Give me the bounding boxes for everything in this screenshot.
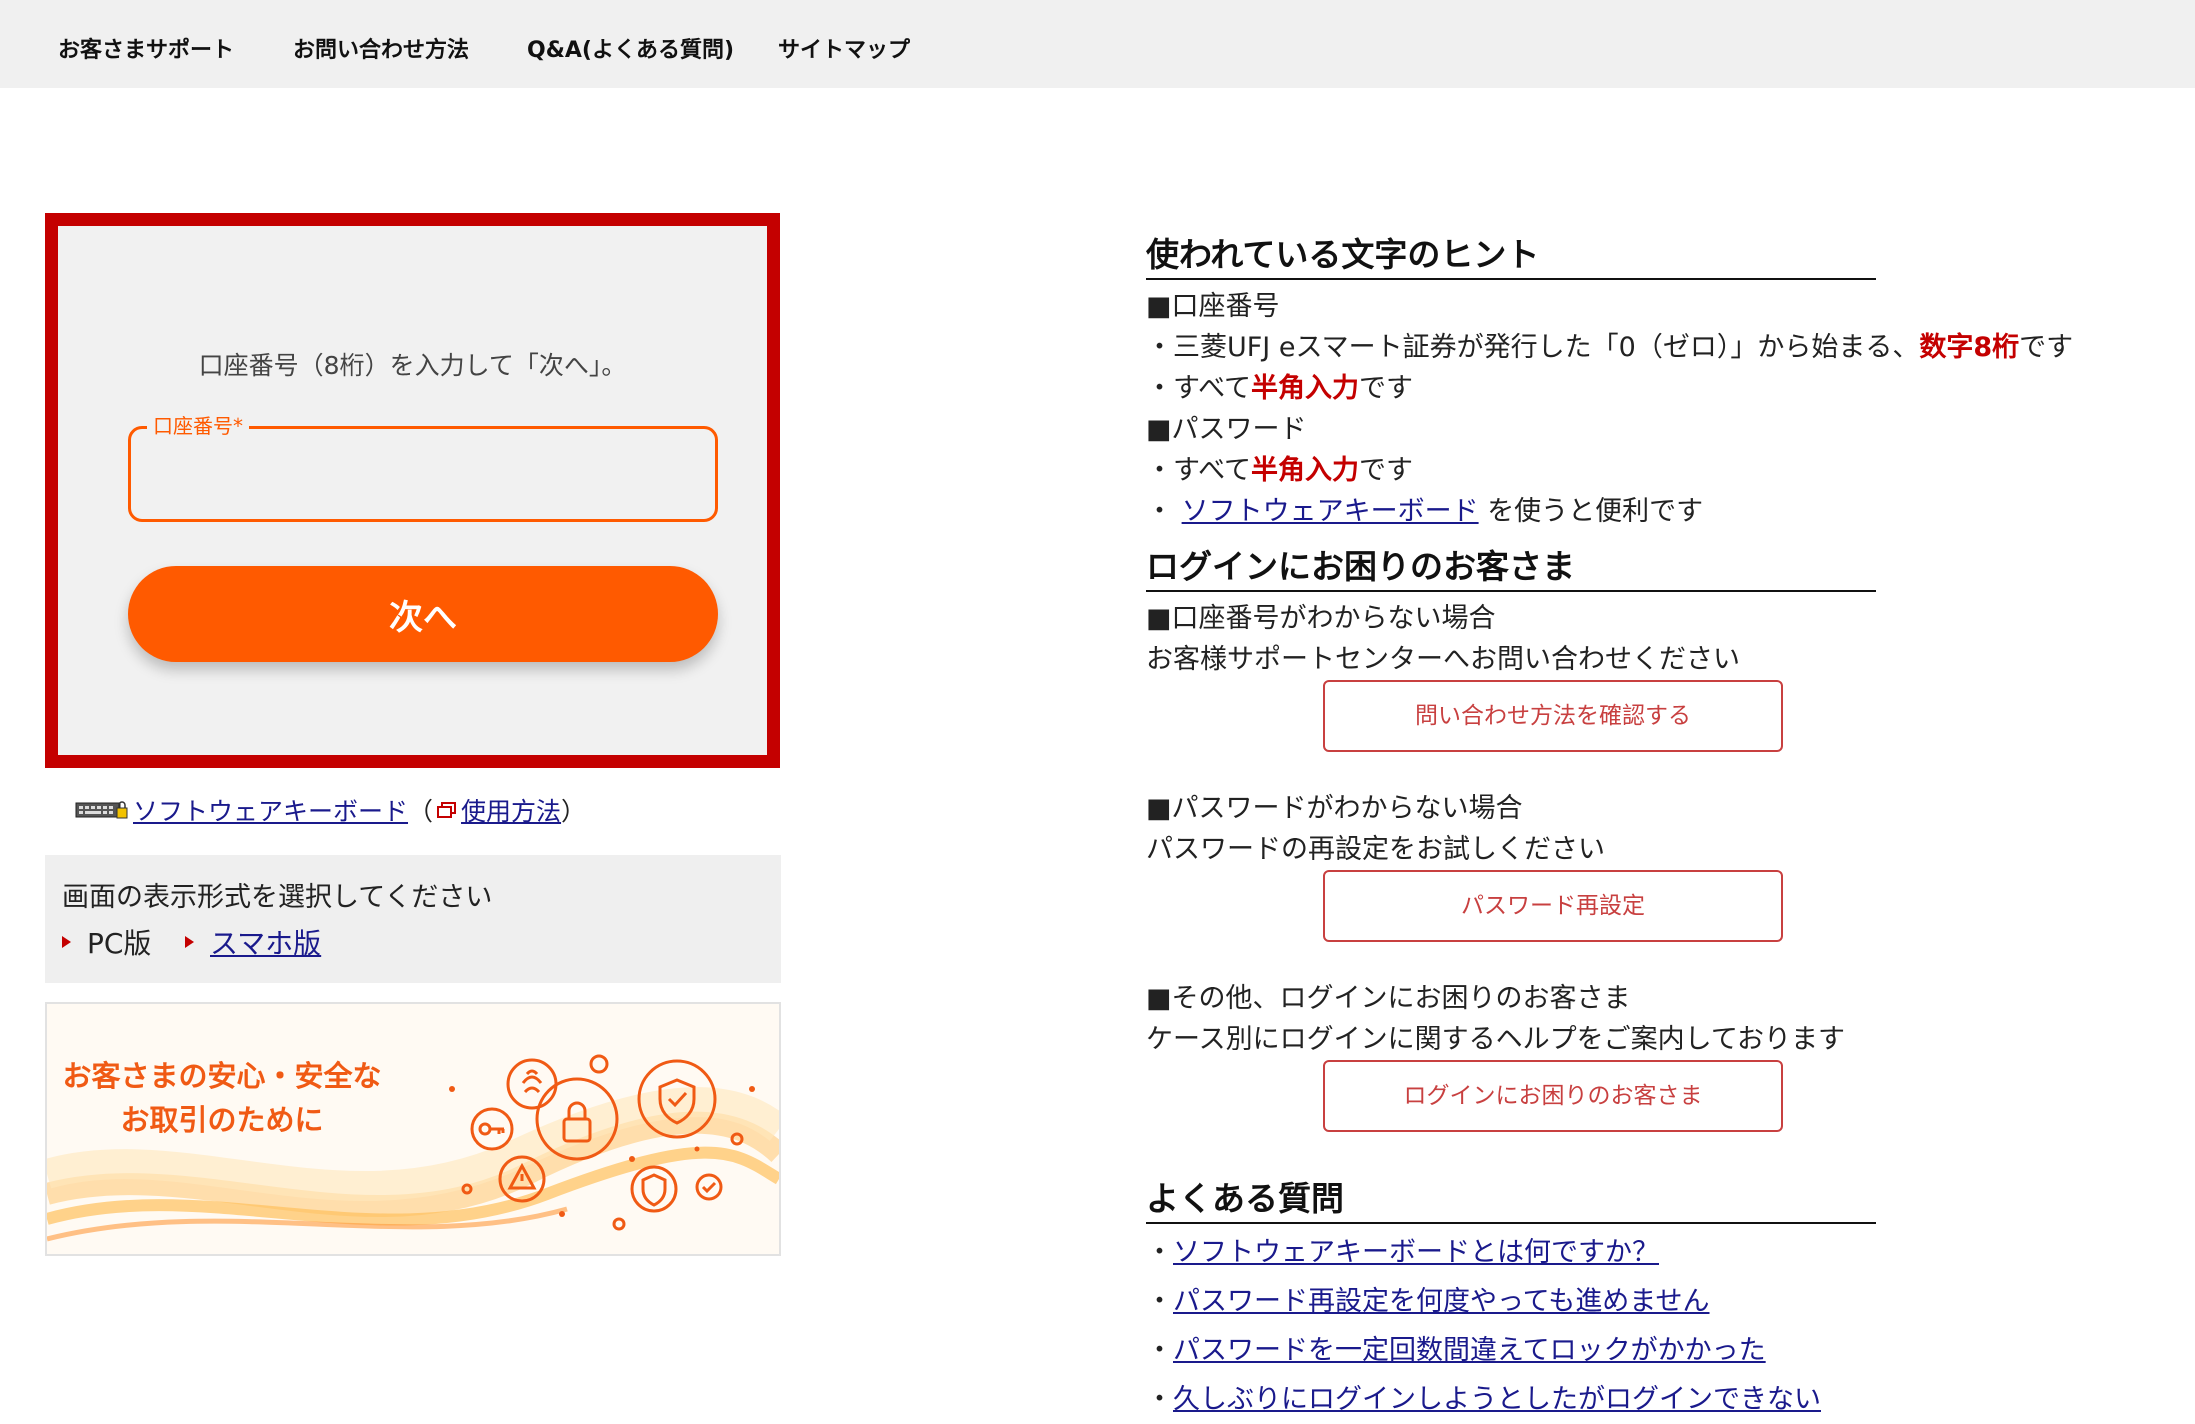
password-unknown-heading: ■パスワードがわからない場合	[1146, 793, 1523, 824]
smartphone-mode-link[interactable]: スマホ版	[210, 922, 321, 962]
banner-line-2: お取引のために	[120, 1103, 324, 1137]
close-paren: ）	[561, 797, 587, 826]
faq-link[interactable]: ソフトウェアキーボードとは何ですか？	[1173, 1237, 1659, 1268]
hint-password-heading: ■パスワード	[1146, 414, 1307, 445]
faq-bullet: ・	[1146, 1384, 1173, 1415]
hint-software-keyboard: ・ ソフトウェアキーボード を使うと便利です	[1146, 491, 2186, 532]
top-nav: お客さまサポート お問い合わせ方法 Q&A(よくある質問) サイトマップ	[0, 0, 2195, 88]
faq-item: ・パスワード再設定を何度やっても進めません	[1146, 1277, 2186, 1326]
login-instruction: 口座番号（8桁）を入力して「次へ」。	[198, 351, 627, 380]
triangle-bullet-icon	[62, 936, 71, 948]
halfwidth-suffix: です	[1359, 455, 1414, 486]
nav-customer-support[interactable]: お客さまサポート	[58, 32, 234, 64]
kb-hint-suffix: を使うと便利です	[1487, 496, 1704, 527]
display-mode-box: 画面の表示形式を選択してください PC版 スマホ版	[45, 855, 781, 983]
hint-software-keyboard-link[interactable]: ソフトウェアキーボード	[1182, 496, 1479, 527]
hints-heading: 使われている文字のヒント	[1146, 228, 1876, 280]
account-number-label: 口座番号*	[147, 415, 249, 437]
security-banner[interactable]: お客さまの安心・安全な お取引のために	[45, 1002, 781, 1256]
faq-bullet: ・	[1146, 1237, 1173, 1268]
faq-link[interactable]: 久しぶりにログインしようとしたがログインできない	[1173, 1384, 1821, 1415]
hint-account-format: ・三菱UFJ eスマート証券が発行した「0（ゼロ）」から始まる、数字8桁です	[1146, 327, 2186, 368]
faq-item: ・パスワードを一定回数間違えてロックがかかった	[1146, 1326, 2186, 1375]
login-form-box: 口座番号（8桁）を入力して「次へ」。 口座番号* 次へ	[45, 213, 780, 768]
triangle-bullet-icon	[185, 936, 194, 948]
other-trouble-heading: ■その他、ログインにお困りのお客さま	[1146, 983, 1631, 1014]
halfwidth-prefix: ・すべて	[1146, 455, 1252, 486]
display-mode-title: 画面の表示形式を選択してください	[62, 882, 493, 913]
hint-account-suffix: です	[2019, 332, 2074, 363]
open-paren: （	[408, 797, 434, 826]
software-keyboard-link[interactable]: ソフトウェアキーボード	[133, 792, 408, 828]
banner-text: お客さまの安心・安全な お取引のために	[47, 1054, 397, 1142]
hint-account-halfwidth: ・すべて半角入力です	[1146, 368, 2186, 409]
faq-item: ・ソフトウェアキーボードとは何ですか？	[1146, 1228, 2186, 1277]
pc-mode-option: PC版	[62, 922, 151, 962]
faq-bullet: ・	[1146, 1286, 1173, 1317]
hint-account-text: ・三菱UFJ eスマート証券が発行した「0（ゼロ）」から始まる、	[1146, 332, 1920, 363]
password-reset-button[interactable]: パスワード再設定	[1323, 870, 1783, 942]
password-unknown-desc: パスワードの再設定をお試しください	[1146, 834, 1605, 865]
account-number-field[interactable]: 口座番号*	[128, 415, 718, 522]
account-number-input[interactable]	[145, 455, 704, 509]
next-button[interactable]: 次へ	[128, 566, 718, 662]
halfwidth-suffix: です	[1359, 373, 1414, 404]
account-unknown-desc: お客様サポートセンターへお問い合わせください	[1146, 644, 1740, 675]
halfwidth-emphasis: 半角入力	[1251, 455, 1360, 486]
trouble-heading: ログインにお困りのお客さま	[1146, 540, 1876, 592]
pc-mode-label: PC版	[87, 927, 152, 960]
faq-link[interactable]: パスワードを一定回数間違えてロックがかかった	[1173, 1335, 1766, 1366]
faq-link[interactable]: パスワード再設定を何度やっても進めません	[1173, 1286, 1710, 1317]
nav-contact-methods[interactable]: お問い合わせ方法	[293, 32, 469, 64]
contact-methods-button[interactable]: 問い合わせ方法を確認する	[1323, 680, 1783, 752]
faq-bullet: ・	[1146, 1335, 1173, 1366]
faq-heading: よくある質問	[1146, 1172, 1876, 1224]
keyboard-icon	[75, 801, 128, 819]
security-icons-graphic	[449, 1054, 755, 1231]
nav-sitemap[interactable]: サイトマップ	[778, 32, 910, 64]
right-column: 使われている文字のヒント ■口座番号 ・三菱UFJ eスマート証券が発行した「0…	[1146, 228, 2186, 1424]
smartphone-mode-option: スマホ版	[185, 922, 321, 962]
hint-password-halfwidth: ・すべて半角入力です	[1146, 450, 2186, 491]
nav-faq[interactable]: Q&A(よくある質問)	[527, 32, 734, 64]
account-unknown-heading: ■口座番号がわからない場合	[1146, 603, 1496, 634]
external-window-icon	[437, 802, 457, 818]
halfwidth-emphasis: 半角入力	[1251, 373, 1360, 404]
login-help-button[interactable]: ログインにお困りのお客さま	[1323, 1060, 1783, 1132]
hint-account-digits: 数字8桁	[1919, 332, 2020, 363]
hint-account-heading: ■口座番号	[1146, 291, 1280, 322]
kb-hint-prefix: ・	[1146, 496, 1173, 527]
other-trouble-desc: ケース別にログインに関するヘルプをご案内しております	[1146, 1024, 1846, 1055]
banner-line-1: お客さまの安心・安全な	[62, 1059, 382, 1093]
usage-link[interactable]: 使用方法	[461, 792, 561, 828]
software-keyboard-row: ソフトウェアキーボード （ 使用方法 ）	[75, 792, 586, 828]
faq-item: ・久しぶりにログインしようとしたがログインできない	[1146, 1375, 2186, 1424]
halfwidth-prefix: ・すべて	[1146, 373, 1252, 404]
